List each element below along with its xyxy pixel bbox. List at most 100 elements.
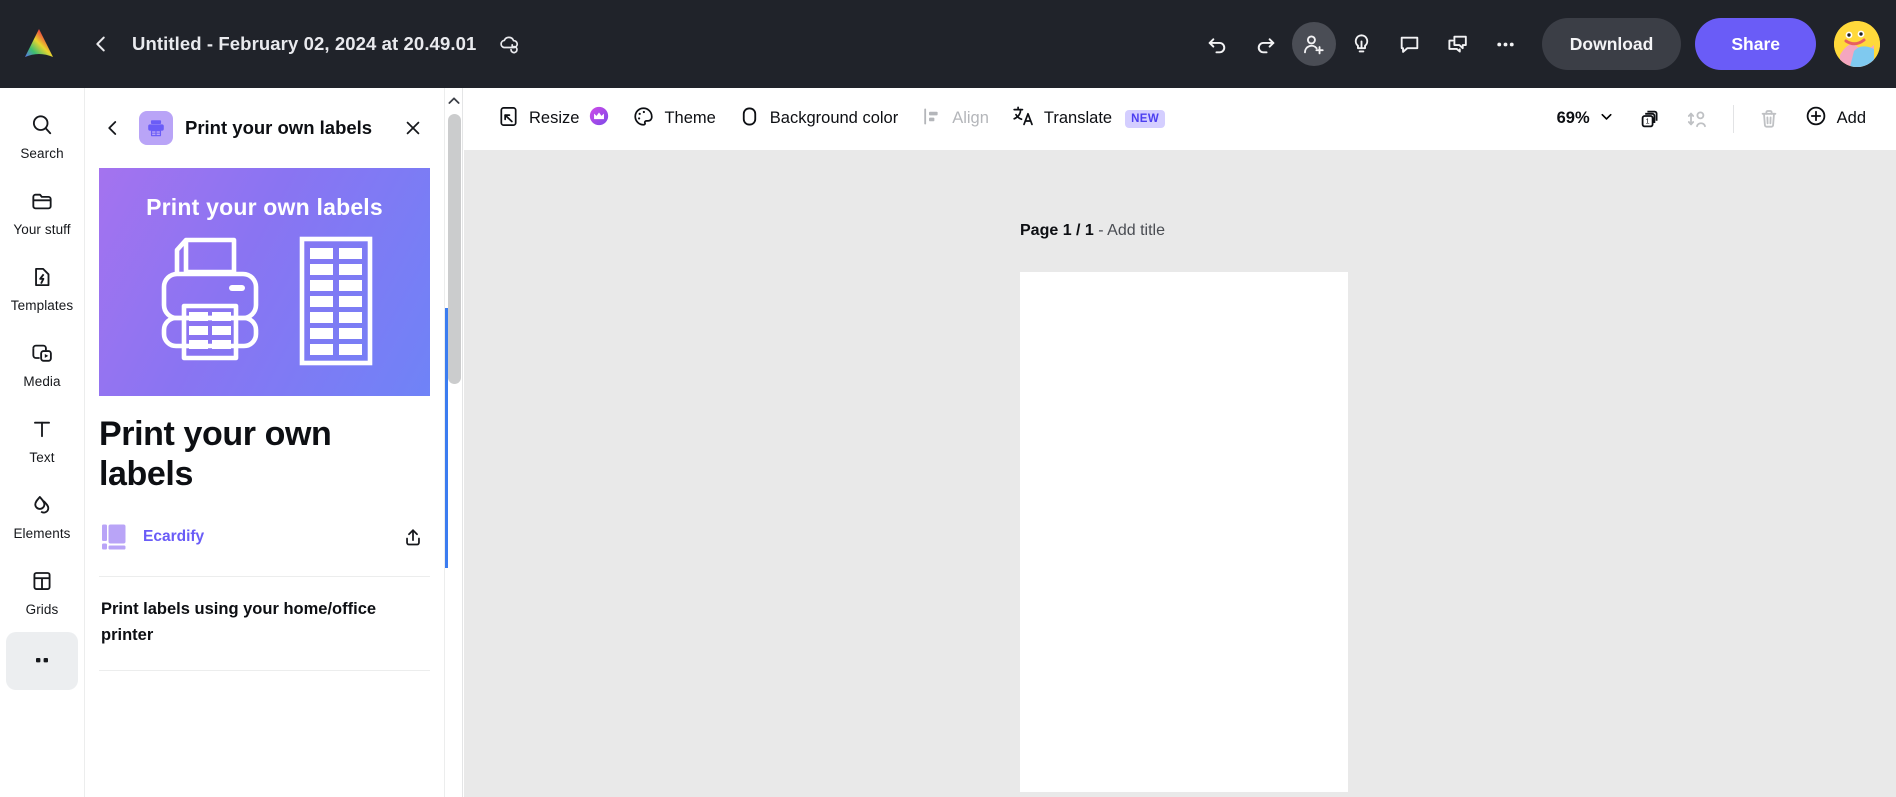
sidebar-item-templates[interactable]: Templates [6,252,78,319]
page-title-placeholder[interactable]: Add title [1107,222,1165,239]
template-preview-artwork [99,236,430,371]
panel-header: Print your own labels [85,88,444,168]
page-label[interactable]: Page 1 / 1 - Add title [1020,222,1165,240]
redo-icon[interactable] [1244,22,1288,66]
printer-icon [156,236,272,371]
theme-button[interactable]: Theme [621,98,726,140]
grids-icon [29,566,55,596]
invite-people-icon[interactable] [1291,22,1336,66]
printer-thumbnail-icon [139,111,173,145]
template-description: Print labels using your home/office prin… [101,600,377,644]
share-button[interactable]: Share [1695,18,1816,70]
sidebar-item-text[interactable]: Text [6,404,78,471]
search-icon [29,110,55,140]
comment-icon[interactable] [1388,22,1432,66]
text-icon [29,414,55,444]
resize-icon [497,105,520,133]
user-avatar[interactable] [1834,21,1880,67]
left-sidebar-rail: Search Your stuff Templates Media Text E… [0,88,85,797]
add-label: Add [1836,109,1866,127]
template-detail-panel: Print your own labels Print your own lab… [85,88,445,797]
toolbar-separator [1732,104,1734,133]
label-sheet-icon [298,236,374,371]
svg-text:1: 1 [1645,116,1649,125]
editor-toolbar-right-group: 69% 1 Add [1549,98,1878,140]
template-author-row: Ecardify [99,520,430,554]
top-bar: Untitled - February 02, 2024 at 20.49.01 [0,0,1896,88]
align-button: Align [909,98,1000,140]
elements-icon [29,490,55,520]
resize-button[interactable]: Resize [486,98,621,140]
folder-icon [29,186,55,216]
page-label-separator: - [1093,222,1108,239]
page-count-icon[interactable]: 1 [1629,98,1671,140]
media-icon [29,338,55,368]
canva-logo-icon[interactable] [18,23,60,65]
theme-label: Theme [664,109,716,127]
page-canvas-sheet[interactable] [1020,272,1348,792]
palette-icon [632,105,655,133]
translate-new-badge: NEW [1125,109,1166,128]
download-button[interactable]: Download [1541,18,1682,70]
background-swatch-icon [738,105,761,133]
crown-icon [588,105,610,132]
translate-icon [1011,104,1035,133]
more-dots-icon [30,646,54,676]
sidebar-label: Templates [10,298,74,313]
document-title[interactable]: Untitled - February 02, 2024 at 20.49.01 [132,33,476,55]
background-color-label: Background color [769,109,899,127]
sidebar-item-grids[interactable]: Grids [6,556,78,623]
plus-circle-icon [1804,104,1828,133]
chevron-down-icon [1598,108,1615,130]
panel-body: Print your own labels Ecardify Print lab… [85,396,444,672]
back-button[interactable] [86,29,116,59]
sidebar-label: Text [29,450,55,465]
cloud-sync-icon [494,29,524,59]
add-page-button[interactable]: Add [1796,98,1878,140]
sidebar-label: Grids [25,602,59,617]
more-options-icon[interactable] [1484,22,1528,66]
panel-back-button[interactable] [99,114,127,142]
share-up-icon[interactable] [396,520,430,554]
panel-scrollbar[interactable] [445,88,463,797]
align-label: Align [952,109,989,127]
sidebar-item-media[interactable]: Media [6,328,78,395]
resize-label: Resize [529,109,580,127]
panel-divider-bottom [99,670,430,672]
translate-button[interactable]: Translate NEW [1000,98,1176,140]
undo-icon[interactable] [1196,22,1240,66]
template-preview-title: Print your own labels [146,194,383,220]
sidebar-label: Elements [13,526,71,541]
lightbulb-icon[interactable] [1340,22,1384,66]
sidebar-item-elements[interactable]: Elements [6,480,78,547]
sidebar-label: Media [23,374,61,389]
editor-toolbar: Resize Theme Background color Align Tran… [464,88,1896,150]
animate-icon [1677,98,1719,140]
sidebar-item-search[interactable]: Search [6,100,78,167]
sidebar-item-more[interactable] [6,632,78,690]
canvas-area[interactable]: Page 1 / 1 - Add title [464,150,1896,797]
sidebar-label: Search [20,146,64,161]
zoom-control[interactable]: 69% [1549,99,1623,139]
close-icon[interactable] [398,113,428,143]
duplicate-chat-icon[interactable] [1436,22,1480,66]
chevron-up-icon[interactable] [445,88,462,114]
scrollbar-accent-line [445,308,448,568]
panel-header-title: Print your own labels [185,117,373,139]
top-bar-right-group: Download Share [1196,18,1896,70]
scrollbar-thumb[interactable] [448,114,461,384]
background-color-button[interactable]: Background color [727,98,909,140]
ecardify-logo-icon [99,522,129,552]
sidebar-label: Your stuff [13,222,71,237]
sidebar-item-your-stuff[interactable]: Your stuff [6,176,78,243]
templates-icon [29,262,55,292]
template-preview-image[interactable]: Print your own labels [99,168,430,396]
align-icon [920,105,943,133]
top-bar-left-group: Untitled - February 02, 2024 at 20.49.01 [0,0,524,88]
translate-label: Translate [1043,109,1113,127]
zoom-level-value: 69% [1556,109,1590,127]
template-title: Print your own labels [99,415,332,494]
page-number: Page 1 / 1 [1020,222,1094,239]
delete-icon [1748,98,1790,140]
template-author-link[interactable]: Ecardify [143,528,204,546]
